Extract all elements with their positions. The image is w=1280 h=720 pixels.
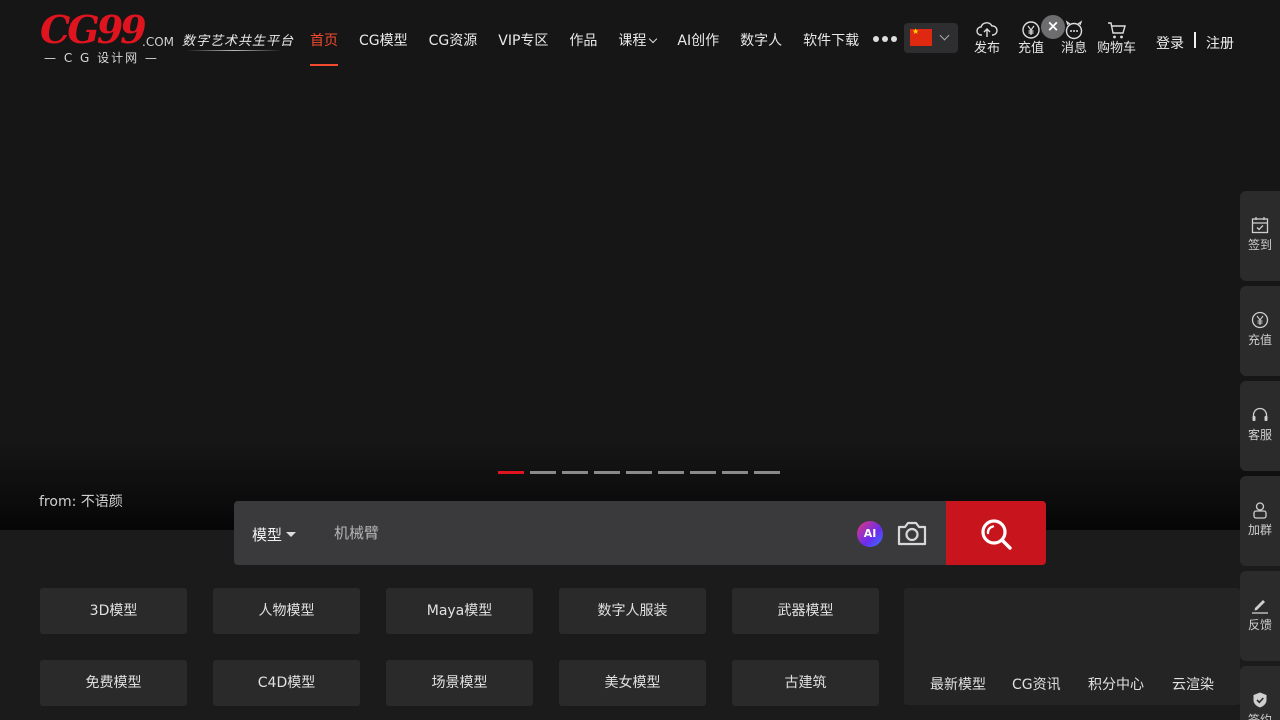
- banner-credit: from: 不语颜: [39, 494, 123, 510]
- publish-button[interactable]: 发布: [974, 20, 1000, 57]
- nav-item-cg-models[interactable]: CG模型: [359, 28, 408, 66]
- carousel-dot[interactable]: [562, 471, 588, 474]
- pencil-icon: [1252, 600, 1268, 614]
- category-maya-models[interactable]: Maya模型: [386, 588, 533, 634]
- ai-search-icon[interactable]: AI: [857, 521, 883, 547]
- nav-item-digital-human[interactable]: 数字人: [740, 28, 782, 66]
- category-c4d-models[interactable]: C4D模型: [213, 660, 360, 706]
- category-digital-human-clothing[interactable]: 数字人服装: [559, 588, 706, 634]
- quick-link-cg-news[interactable]: CG资讯: [1012, 674, 1061, 694]
- chevron-down-icon: [939, 30, 950, 41]
- search-button[interactable]: [946, 501, 1046, 565]
- logo-subtitle: — C G 设计网 —: [44, 51, 159, 65]
- quick-link-latest-models[interactable]: 最新模型: [930, 674, 986, 694]
- category-weapon-models[interactable]: 武器模型: [732, 588, 879, 634]
- nav-item-home[interactable]: 首页: [310, 28, 338, 66]
- quick-links-panel: 最新模型 CG资讯 积分中心 云渲染: [904, 588, 1240, 705]
- cloud-upload-icon: [976, 22, 998, 37]
- more-menu-icon[interactable]: [873, 36, 897, 42]
- category-beauty-models[interactable]: 美女模型: [559, 660, 706, 706]
- site-logo[interactable]: CG99 .COM — C G 设计网 —: [40, 7, 174, 66]
- search-type-label: 模型: [252, 526, 283, 544]
- category-character-models[interactable]: 人物模型: [213, 588, 360, 634]
- messages-button[interactable]: 消息: [1061, 20, 1087, 57]
- main-nav: 首页 CG模型 CG资源 VIP专区 作品 课程 AI创作 数字人 软件下载: [310, 28, 880, 66]
- caret-down-icon: [286, 532, 297, 537]
- carousel-indicators: [498, 471, 780, 474]
- category-ancient-architecture[interactable]: 古建筑: [732, 660, 879, 706]
- search-input[interactable]: [326, 517, 826, 549]
- login-link[interactable]: 登录: [1156, 33, 1184, 53]
- category-free-models[interactable]: 免费模型: [40, 660, 187, 706]
- language-selector[interactable]: [904, 23, 958, 53]
- carousel-dot[interactable]: [530, 471, 556, 474]
- message-icon: [1065, 20, 1083, 40]
- side-tool-label: 签到: [1247, 238, 1272, 252]
- side-tool-label: 反馈: [1247, 618, 1272, 632]
- camera-search-icon[interactable]: [896, 519, 928, 551]
- chevron-down-icon: [649, 34, 658, 44]
- yen-coin-icon: [1022, 21, 1040, 39]
- carousel-dot[interactable]: [626, 471, 652, 474]
- side-tool-recharge[interactable]: 充值: [1240, 286, 1280, 376]
- hero-banner: [0, 0, 1280, 530]
- cart-button[interactable]: 购物车: [1097, 20, 1136, 57]
- yen-coin-icon: [1251, 311, 1269, 329]
- side-tool-support[interactable]: 客服: [1240, 381, 1280, 471]
- carousel-dot[interactable]: [722, 471, 748, 474]
- slogan-underline: [186, 50, 282, 51]
- nav-item-software-download[interactable]: 软件下载: [803, 28, 859, 66]
- headset-icon: [1252, 407, 1268, 421]
- carousel-dot[interactable]: [498, 471, 524, 474]
- shield-check-icon: [1253, 692, 1267, 708]
- recharge-label: 充值: [1018, 41, 1045, 56]
- auth-divider: [1194, 32, 1196, 48]
- side-tool-label: 充值: [1247, 333, 1272, 347]
- nav-item-ai-creation[interactable]: AI创作: [677, 28, 719, 66]
- site-slogan: 数字艺术共生平台: [182, 34, 295, 49]
- quick-link-points-center[interactable]: 积分中心: [1088, 674, 1144, 694]
- quick-link-cloud-render[interactable]: 云渲染: [1172, 674, 1214, 694]
- search-type-dropdown[interactable]: 模型: [252, 524, 297, 545]
- category-3d-models[interactable]: 3D模型: [40, 588, 187, 634]
- side-tool-contract[interactable]: 签约: [1240, 666, 1280, 720]
- carousel-dot[interactable]: [690, 471, 716, 474]
- category-scene-models[interactable]: 场景模型: [386, 660, 533, 706]
- search-bar: 模型 AI: [234, 501, 1046, 565]
- publish-label: 发布: [974, 41, 1001, 56]
- messages-label: 消息: [1061, 41, 1088, 56]
- cart-label: 购物车: [1097, 41, 1137, 56]
- register-link[interactable]: 注册: [1206, 33, 1234, 53]
- carousel-dot[interactable]: [754, 471, 780, 474]
- calendar-check-icon: [1251, 217, 1269, 234]
- carousel-dot[interactable]: [594, 471, 620, 474]
- side-tool-label: 客服: [1247, 428, 1272, 442]
- nav-item-cg-resources[interactable]: CG资源: [429, 28, 478, 66]
- side-tool-feedback[interactable]: 反馈: [1240, 571, 1280, 661]
- nav-courses-label: 课程: [618, 33, 647, 49]
- nav-item-vip[interactable]: VIP专区: [498, 28, 548, 66]
- cart-icon: [1107, 22, 1126, 39]
- logo-text: CG99: [40, 7, 147, 52]
- china-flag-icon: [910, 27, 932, 46]
- logo-domain: .COM: [142, 35, 174, 49]
- side-tool-label: 签约: [1247, 713, 1272, 720]
- side-tool-checkin[interactable]: 签到: [1240, 191, 1280, 281]
- search-icon: [981, 519, 1012, 550]
- nav-item-works[interactable]: 作品: [569, 28, 597, 66]
- side-tool-join-group[interactable]: 加群: [1240, 476, 1280, 566]
- user-lock-icon: [1253, 502, 1267, 519]
- carousel-dot[interactable]: [658, 471, 684, 474]
- nav-item-courses[interactable]: 课程: [618, 28, 658, 66]
- side-tool-label: 加群: [1247, 523, 1272, 537]
